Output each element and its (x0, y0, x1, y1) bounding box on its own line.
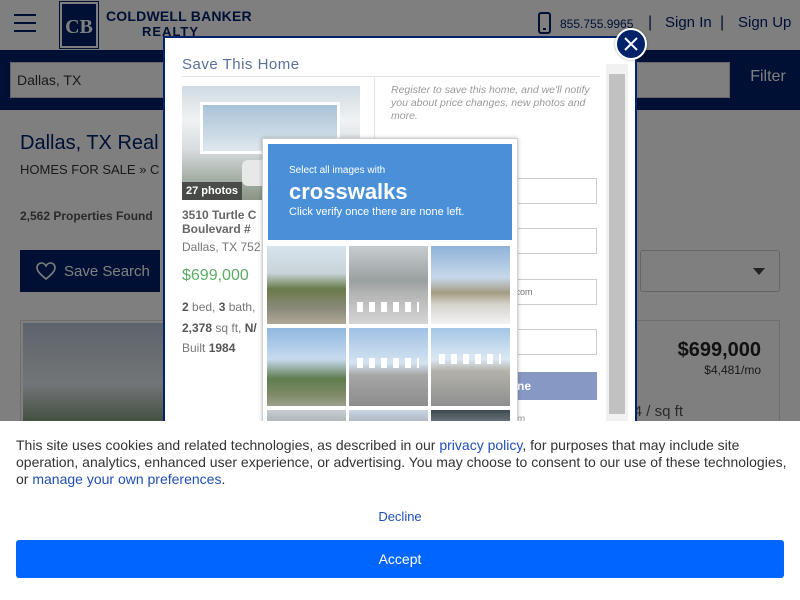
home-price: $699,000 (182, 267, 249, 284)
home-built: Built 1984 (182, 341, 235, 355)
captcha-tile-5[interactable] (349, 328, 428, 406)
accept-button[interactable]: Accept (16, 540, 784, 578)
cookie-banner: This site uses cookies and related techn… (0, 421, 800, 600)
captcha-subinstruction: Click verify once there are none left. (289, 206, 465, 218)
sqft-value: 2,378 (182, 321, 213, 335)
built-label: Built (182, 341, 209, 355)
scrollbar-thumb[interactable] (609, 74, 625, 414)
beds-count: 2 (182, 300, 189, 314)
cookie-text-start: This site uses cookies and related techn… (16, 437, 440, 453)
decline-button[interactable]: Decline (0, 509, 800, 524)
home-beds-baths: 2 bed, 3 bath, (182, 300, 255, 314)
crosswalk-stripes (439, 354, 501, 364)
captcha-instruction: Select all images with (289, 165, 386, 176)
baths-text: bath, (225, 300, 256, 314)
home-city: Dallas, TX 752 (182, 240, 261, 254)
captcha-tile-1[interactable] (267, 246, 346, 324)
register-prompt: Register to save this home, and we'll no… (391, 84, 590, 122)
captcha-target: crosswalks (289, 179, 408, 204)
captcha-tile-2[interactable] (349, 246, 428, 324)
crosswalk-stripes (357, 302, 419, 312)
close-icon (624, 37, 638, 51)
cookie-text-end: . (221, 471, 226, 487)
modal-title: Save This Home (182, 56, 300, 73)
close-modal-button[interactable] (615, 28, 647, 60)
manage-preferences-link[interactable]: manage your own preferences (32, 471, 221, 487)
photo-count-badge: 27 photos (182, 182, 242, 200)
captcha-tile-6[interactable] (431, 328, 510, 406)
sqft-text: sq ft, (212, 321, 245, 335)
home-sqft: 2,378 sq ft, N/ (182, 321, 257, 335)
cookie-message: This site uses cookies and related techn… (16, 437, 788, 488)
modal-divider (182, 76, 600, 77)
sqft-suffix: N/ (244, 321, 257, 335)
privacy-policy-link[interactable]: privacy policy (439, 437, 522, 453)
captcha-tile-3[interactable] (431, 246, 510, 324)
built-year: 1984 (208, 341, 236, 355)
captcha-tile-4[interactable] (267, 328, 346, 406)
modal-scrollbar[interactable] (606, 64, 628, 434)
captcha-challenge: Select all images with crosswalks Click … (262, 138, 518, 428)
captcha-header: Select all images with crosswalks Click … (268, 144, 512, 240)
beds-text: bed, (188, 300, 219, 314)
crosswalk-stripes (357, 358, 419, 368)
